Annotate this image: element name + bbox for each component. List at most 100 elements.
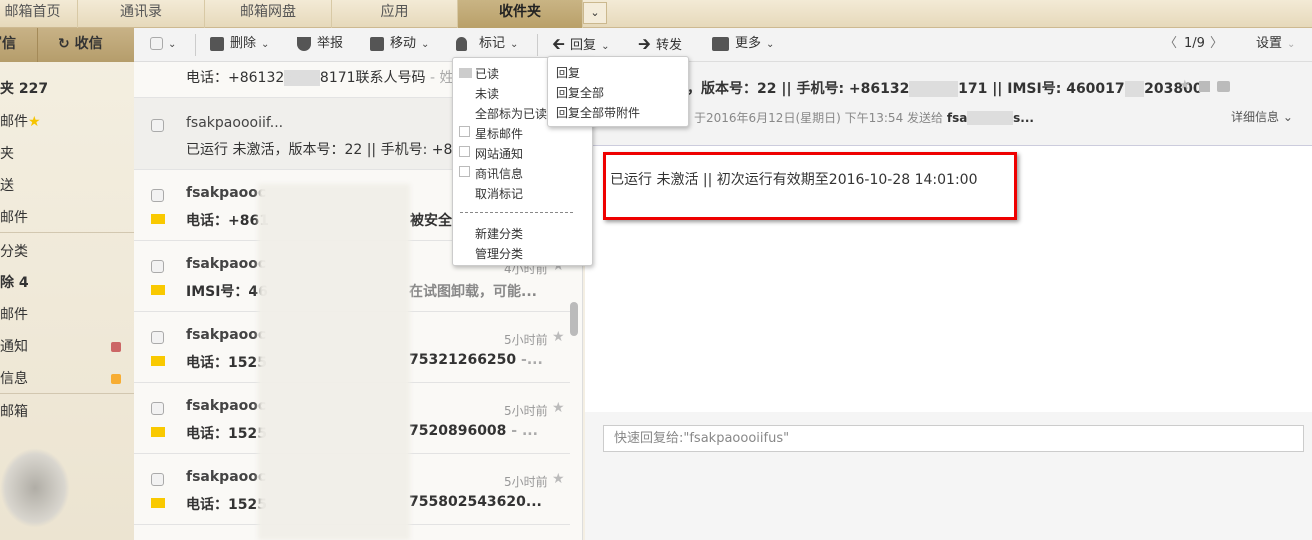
mail-title: ，版本号：22 || 手机号: +8613200000171 || IMSI号:… — [687, 81, 1203, 97]
mail-sender: fsakpaooc — [186, 185, 267, 201]
quick-reply-input[interactable]: 快速回复给:"fsakpaoooiifus" — [603, 425, 1304, 452]
divider — [195, 34, 196, 56]
mail-subject: 电话：1525 — [186, 355, 267, 371]
mail-header: ，版本号：22 || 手机号: +8613200000171 || IMSI号:… — [585, 62, 1312, 146]
unread-envelope-icon — [151, 214, 165, 224]
row-checkbox[interactable] — [151, 402, 164, 415]
tab-netdisk[interactable]: 邮箱网盘 — [205, 0, 332, 28]
mail-subject-tail: 75321266250 -... — [409, 352, 543, 368]
prev-page-button[interactable]: 〈 — [1164, 28, 1177, 61]
menu-item-starred[interactable]: 星标邮件 — [475, 125, 523, 142]
menu-item-unread[interactable]: 未读 — [475, 85, 499, 102]
move-icon — [370, 36, 384, 51]
row-checkbox[interactable] — [151, 189, 164, 202]
sidebar-item-drafts[interactable]: 夹 — [0, 143, 14, 163]
mail-subject: IMSI号：46 — [186, 284, 268, 300]
receive-button[interactable]: ↻ 收信 — [58, 28, 103, 62]
more-icon — [712, 36, 729, 51]
envelope-open-icon — [459, 68, 472, 78]
sidebar-item-inbox[interactable]: 夹 227 — [0, 78, 48, 98]
unread-envelope-icon — [151, 427, 165, 437]
mail-subject: 电话：1525 — [186, 426, 267, 442]
menu-item-new-category[interactable]: 新建分类 — [475, 225, 523, 242]
sidebar-item-categories[interactable]: 分类 — [0, 241, 28, 261]
row-checkbox[interactable] — [151, 331, 164, 344]
receive-label: 收信 — [74, 36, 103, 52]
mail-time: 5小时前 — [504, 404, 548, 418]
info-color-tag — [111, 374, 121, 384]
compose-button[interactable]: 写信 — [0, 28, 38, 62]
checkbox[interactable] — [459, 126, 470, 137]
delete-button[interactable]: 删除 ⌄ — [210, 28, 269, 61]
sidebar-item-ads[interactable]: 邮件 — [0, 207, 28, 227]
select-all-checkbox[interactable]: ⌄ — [150, 28, 176, 61]
details-toggle[interactable]: 详细信息 ⌄ — [1231, 108, 1293, 125]
sidebar-buttons: 写信 ↻ 收信 — [0, 28, 134, 62]
star-icon[interactable]: ★ — [552, 329, 565, 345]
sidebar: 夹 227 邮件★ 夹 送 邮件 分类 除 4 邮件 通知 信息 邮箱 — [0, 28, 134, 540]
settings-button[interactable]: 设置 ⌄ — [1256, 28, 1295, 61]
notice-color-tag — [111, 342, 121, 352]
mail-subject: 已运行 未激活，版本号：22 || 手机号: +86 — [186, 142, 462, 158]
sidebar-item-sent[interactable]: 送 — [0, 175, 14, 195]
divider — [460, 212, 573, 213]
tab-apps[interactable]: 应用 — [332, 0, 458, 28]
tab-mail-home[interactable]: 邮箱首页 — [0, 0, 78, 28]
checkbox[interactable] — [459, 166, 470, 177]
row-checkbox[interactable] — [151, 260, 164, 273]
forward-icon: 🡲 — [638, 34, 657, 53]
mail-sender: fsakpaooc — [186, 327, 267, 343]
unread-envelope-icon — [151, 498, 165, 508]
list-scrollbar[interactable] — [570, 302, 578, 336]
divider — [0, 232, 134, 233]
mail-subject: 电话：+861 — [186, 213, 269, 229]
sidebar-item-starred-mail[interactable]: 邮件 — [0, 304, 28, 324]
menu-item-business-info[interactable]: 商讯信息 — [475, 165, 523, 182]
ink-painting-decoration — [0, 448, 70, 528]
checkbox[interactable] — [459, 146, 470, 157]
menu-item-mark-all-read[interactable]: 全部标为已读 — [475, 105, 547, 122]
row-checkbox[interactable] — [151, 119, 164, 132]
unread-envelope-icon — [151, 356, 165, 366]
trash-icon — [210, 36, 224, 51]
redaction-blur — [258, 184, 410, 540]
mail-subject: 电话：1525 — [186, 497, 267, 513]
tab-inbox[interactable]: 收件夹 — [458, 0, 583, 28]
menu-item-read[interactable]: 已读 — [475, 65, 499, 82]
page-indicator: 1/9 — [1184, 36, 1205, 51]
mail-subject-tail: 被安全 — [410, 213, 452, 229]
mail-subject-tail: 755802543620... — [409, 494, 542, 510]
star-icon[interactable]: ★ — [552, 471, 565, 487]
more-button[interactable]: 更多 ⌄ — [712, 28, 774, 61]
tag-icon — [456, 36, 467, 51]
next-page-button[interactable]: 〉 — [1210, 28, 1223, 61]
popout-icon[interactable] — [1199, 81, 1210, 92]
menu-item-reply-all[interactable]: 回复全部 — [556, 84, 604, 101]
menu-item-manage-categories[interactable]: 管理分类 — [475, 245, 523, 262]
sidebar-item-other-mailbox[interactable]: 邮箱 — [0, 401, 28, 421]
menu-item-site-notice[interactable]: 网站通知 — [475, 145, 523, 162]
reply-menu: 回复 回复全部 回复全部带附件 — [547, 56, 689, 127]
menu-item-reply-all-attachments[interactable]: 回复全部带附件 — [556, 104, 640, 121]
mail-sender: fsakpaooc — [186, 469, 267, 485]
menu-item-reply[interactable]: 回复 — [556, 64, 580, 81]
mail-subject-tail: 在试图卸载，可能... — [409, 284, 537, 300]
tabs-more-button[interactable]: ⌄ — [583, 2, 607, 24]
reply-icon: 🡰 — [552, 34, 571, 53]
sidebar-item-starred[interactable]: 邮件★ — [0, 111, 41, 131]
sidebar-item-info[interactable]: 信息 — [0, 368, 28, 388]
star-icon[interactable]: ★ — [1179, 78, 1191, 93]
tab-contacts[interactable]: 通讯录 — [78, 0, 205, 28]
row-checkbox[interactable] — [151, 473, 164, 486]
move-button[interactable]: 移动 ⌄ — [370, 28, 429, 61]
report-button[interactable]: 举报 — [297, 28, 343, 61]
print-icon[interactable] — [1217, 81, 1230, 92]
divider — [0, 393, 134, 394]
sidebar-item-notices[interactable]: 通知 — [0, 336, 28, 356]
shield-icon — [297, 36, 311, 51]
menu-item-unmark[interactable]: 取消标记 — [475, 185, 523, 202]
unread-envelope-icon — [151, 285, 165, 295]
star-icon[interactable]: ★ — [552, 400, 565, 416]
mail-sender: fsakpaoooiif... — [186, 115, 284, 131]
sidebar-item-deleted[interactable]: 除 4 — [0, 272, 29, 292]
